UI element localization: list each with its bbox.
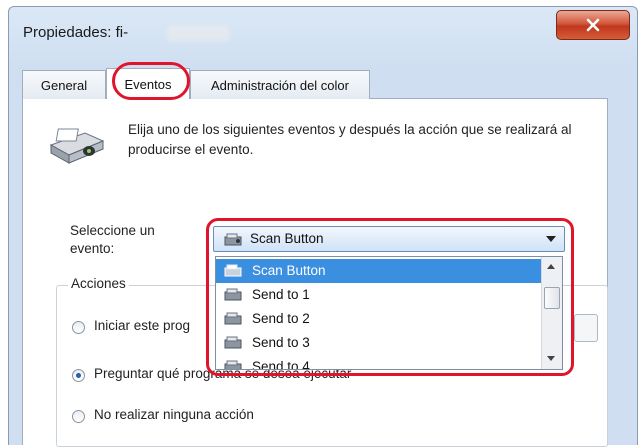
radio-start-program[interactable]: [72, 321, 85, 334]
actions-legend: Acciones: [68, 276, 129, 291]
tab-general[interactable]: General: [22, 70, 106, 99]
program-select-button[interactable]: [574, 314, 598, 342]
radio-start-program-label[interactable]: Iniciar este prog: [94, 318, 190, 333]
event-select-label: Seleccione un evento:: [70, 223, 155, 256]
instructions-text: Elija uno de los siguientes eventos y de…: [128, 122, 572, 157]
device-name-blurred: [167, 25, 229, 41]
scanner-icon: [49, 128, 105, 164]
window-title: Propiedades: fi-: [23, 24, 129, 41]
title-bar: Propiedades: fi-: [8, 6, 636, 50]
radio-ask-program[interactable]: [72, 369, 85, 382]
radio-no-action-label[interactable]: No realizar ninguna acción: [94, 407, 254, 422]
close-icon: [586, 18, 600, 32]
dropdown-highlight-box: [206, 218, 574, 376]
tab-color-management[interactable]: Administración del color: [190, 70, 370, 99]
close-button[interactable]: [556, 10, 630, 40]
radio-no-action[interactable]: [72, 410, 85, 423]
tab-highlight-circle: [112, 62, 190, 100]
